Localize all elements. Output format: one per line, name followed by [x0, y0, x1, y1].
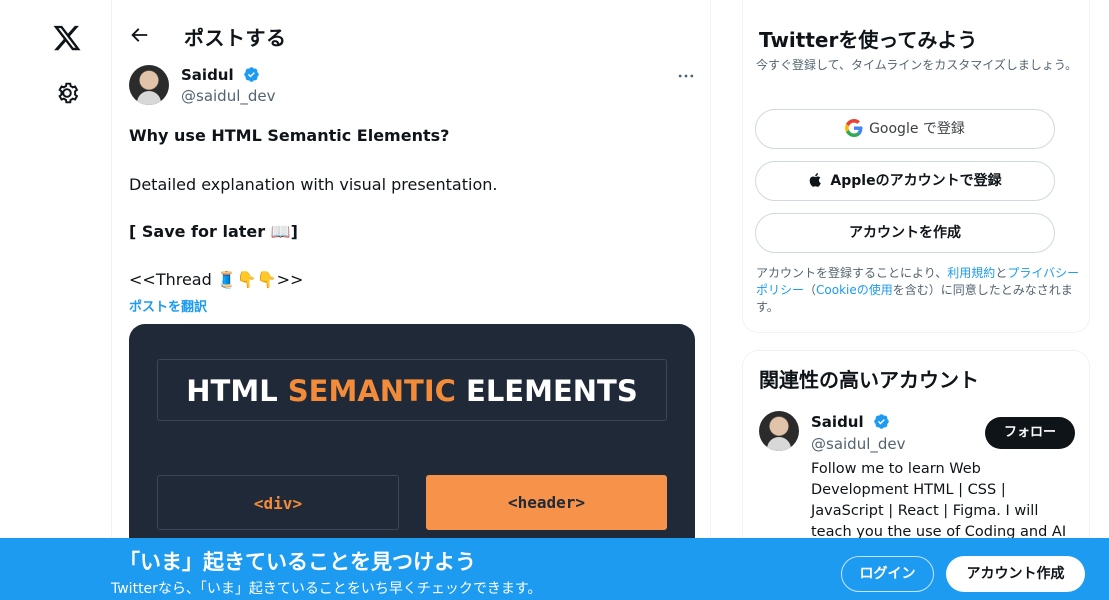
verified-badge-icon — [244, 67, 259, 82]
media-tag-header: <header> — [426, 475, 667, 530]
recommended-name-text[interactable]: Saidul — [811, 413, 864, 431]
banner-title: 「いま」起きていることを見つけよう — [119, 550, 476, 574]
signup-card-title: Twitterを使ってみよう — [759, 28, 978, 52]
media-title-part3: ELEMENTS — [455, 374, 638, 408]
signup-banner: 「いま」起きていることを見つけよう Twitterなら、「いま」起きていることを… — [0, 538, 1109, 600]
page-title: ポストする — [184, 26, 287, 50]
google-signup-button[interactable]: Google で登録 — [755, 109, 1055, 149]
post-line-thread: <<Thread 🧵👇👇>> — [129, 270, 304, 289]
cookie-link[interactable]: Cookieの使用 — [816, 283, 893, 297]
top-bar: ポストする — [112, 0, 712, 56]
arrow-left-icon[interactable] — [128, 24, 150, 46]
follow-button[interactable]: フォロー — [985, 417, 1075, 449]
apple-signup-button[interactable]: Appleのアカウントで登録 — [755, 161, 1055, 201]
signup-card-description: 今すぐ登録して、タイムラインをカスタマイズしましょう。 — [756, 58, 1078, 72]
translate-link[interactable]: ポストを翻訳 — [129, 296, 207, 315]
recommended-title: 関連性の高いアカウント — [759, 368, 979, 392]
apple-icon — [810, 173, 822, 187]
verified-badge-icon — [874, 414, 889, 429]
post-line-save: [ Save for later 📖] — [129, 222, 298, 241]
main-column: ポストする Saidul @saidul_dev Why use HTML Se… — [111, 0, 711, 600]
avatar[interactable] — [129, 65, 169, 105]
recommended-account-name[interactable]: Saidul — [811, 413, 890, 431]
banner-signup-button[interactable]: アカウント作成 — [946, 556, 1085, 592]
author-handle[interactable]: @saidul_dev — [181, 87, 276, 105]
gear-icon[interactable] — [54, 80, 80, 106]
author-name-text[interactable]: Saidul — [181, 66, 234, 84]
author-name[interactable]: Saidul — [181, 66, 260, 84]
left-nav — [0, 0, 111, 600]
post-line-title: Why use HTML Semantic Elements? — [129, 126, 450, 145]
avatar[interactable] — [759, 411, 799, 451]
post-line-description: Detailed explanation with visual present… — [129, 175, 498, 194]
banner-subtitle: Twitterなら、「いま」起きていることをいち早くチェックできます。 — [111, 581, 542, 597]
x-logo-icon[interactable] — [52, 23, 82, 53]
post-media-image[interactable]: HTML SEMANTIC ELEMENTS <div> <header> — [129, 324, 695, 564]
login-button[interactable]: ログイン — [841, 556, 934, 592]
terms-prefix: アカウントを登録することにより、 — [756, 266, 948, 280]
google-signup-label: Google で登録 — [869, 121, 965, 137]
media-title-part1: HTML — [186, 374, 288, 408]
create-account-button[interactable]: アカウントを作成 — [755, 213, 1055, 253]
google-icon — [845, 119, 863, 137]
media-title: HTML SEMANTIC ELEMENTS — [157, 359, 667, 421]
more-horizontal-icon[interactable] — [676, 66, 696, 86]
recommended-account-handle[interactable]: @saidul_dev — [811, 435, 906, 453]
terms-link[interactable]: 利用規約 — [947, 266, 995, 280]
terms-text: アカウントを登録することにより、利用規約とプライバシーポリシー（Cookieの使… — [756, 265, 1086, 316]
terms-and: と — [995, 266, 1008, 280]
media-title-part2: SEMANTIC — [287, 374, 456, 408]
signup-card: Twitterを使ってみよう 今すぐ登録して、タイムラインをカスタマイズしましょ… — [742, 0, 1090, 333]
terms-paren: （ — [804, 283, 817, 297]
media-tag-div: <div> — [157, 475, 399, 530]
apple-signup-label: Appleのアカウントで登録 — [830, 173, 1002, 189]
